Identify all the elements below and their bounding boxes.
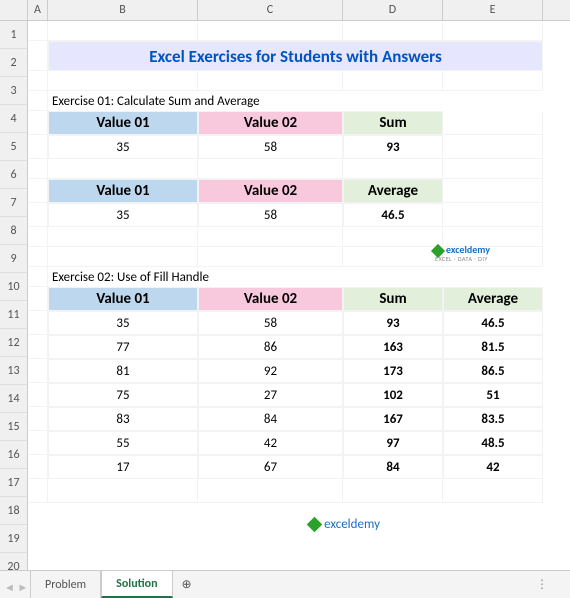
logo-large: exceldemy xyxy=(309,517,380,532)
row-header-16[interactable]: 16 xyxy=(0,441,28,469)
table-row[interactable]: 86.5 xyxy=(443,359,543,383)
tab-scroll-indicator: ⋮ xyxy=(536,577,550,592)
plus-icon: ⊕ xyxy=(182,577,192,592)
ex1-avg-hdr-avg: Average xyxy=(343,179,443,203)
tab-solution[interactable]: Solution xyxy=(101,571,172,598)
col-header-B[interactable]: B xyxy=(48,0,198,20)
row-headers: 1 2 3 4 5 6 7 8 9 10 11 12 13 14 15 16 1… xyxy=(0,21,28,570)
table-row[interactable]: 86 xyxy=(198,335,343,359)
row-header-11[interactable]: 11 xyxy=(0,301,28,329)
table-row[interactable]: 48.5 xyxy=(443,431,543,455)
table-row[interactable]: 84 xyxy=(198,407,343,431)
table-row[interactable]: 58 xyxy=(198,311,343,335)
table-row[interactable]: 83 xyxy=(48,407,198,431)
ex1-sum-v1[interactable]: 35 xyxy=(48,135,198,159)
col-header-A[interactable]: A xyxy=(28,0,48,20)
ex2-hdr-avg: Average xyxy=(443,287,543,311)
table-row[interactable]: 55 xyxy=(48,431,198,455)
col-header-D[interactable]: D xyxy=(343,0,443,20)
table-row[interactable]: 167 xyxy=(343,407,443,431)
table-row[interactable]: 77 xyxy=(48,335,198,359)
ex1-avg-result[interactable]: 46.5 xyxy=(343,203,443,227)
table-row[interactable]: 35 xyxy=(48,311,198,335)
ex1-avg-v1[interactable]: 35 xyxy=(48,203,198,227)
table-row[interactable]: 42 xyxy=(198,431,343,455)
exercise2-label: Exercise 02: Use of Fill Handle xyxy=(48,267,543,287)
row-header-17[interactable]: 17 xyxy=(0,469,28,497)
table-row[interactable]: 84 xyxy=(343,455,443,479)
row-header-3[interactable]: 3 xyxy=(0,77,28,105)
row-header-12[interactable]: 12 xyxy=(0,329,28,357)
row-header-13[interactable]: 13 xyxy=(0,357,28,385)
ex1-sum-v2[interactable]: 58 xyxy=(198,135,343,159)
page-title: Excel Exercises for Students with Answer… xyxy=(48,41,543,71)
cube-icon xyxy=(307,517,323,533)
table-row[interactable]: 51 xyxy=(443,383,543,407)
row-header-18[interactable]: 18 xyxy=(0,497,28,525)
row-header-9[interactable]: 9 xyxy=(0,245,28,273)
sheet-tabs: ◄ ► Problem Solution ⊕ ⋮ xyxy=(0,570,570,598)
col-header-E[interactable]: E xyxy=(443,0,543,20)
ex1-avg-v2[interactable]: 58 xyxy=(198,203,343,227)
table-row[interactable]: 17 xyxy=(48,455,198,479)
ex1-sum-hdr-value02: Value 02 xyxy=(198,111,343,135)
select-all-corner[interactable] xyxy=(0,0,28,20)
row-header-14[interactable]: 14 xyxy=(0,385,28,413)
ex2-hdr-sum: Sum xyxy=(343,287,443,311)
table-row[interactable]: 27 xyxy=(198,383,343,407)
row-header-10[interactable]: 10 xyxy=(0,273,28,301)
row-header-5[interactable]: 5 xyxy=(0,133,28,161)
table-row[interactable]: 81 xyxy=(48,359,198,383)
row-header-7[interactable]: 7 xyxy=(0,189,28,217)
ex2-hdr-v1: Value 01 xyxy=(48,287,198,311)
row-header-19[interactable]: 19 xyxy=(0,525,28,553)
ex2-hdr-v2: Value 02 xyxy=(198,287,343,311)
ex1-sum-result[interactable]: 93 xyxy=(343,135,443,159)
table-row[interactable]: 75 xyxy=(48,383,198,407)
column-headers: A B C D E xyxy=(0,0,570,21)
logo-small: exceldemy EXCEL · DATA · DIY xyxy=(433,245,490,262)
table-row[interactable]: 102 xyxy=(343,383,443,407)
row-header-15[interactable]: 15 xyxy=(0,413,28,441)
row-header-2[interactable]: 2 xyxy=(0,49,28,77)
table-row[interactable]: 42 xyxy=(443,455,543,479)
table-row[interactable]: 83.5 xyxy=(443,407,543,431)
row-header-20[interactable]: 20 xyxy=(0,553,28,570)
ex1-avg-hdr-value02: Value 02 xyxy=(198,179,343,203)
ex1-sum-hdr-value01: Value 01 xyxy=(48,111,198,135)
table-row[interactable]: 97 xyxy=(343,431,443,455)
table-row[interactable]: 163 xyxy=(343,335,443,359)
tab-problem[interactable]: Problem xyxy=(30,571,101,598)
row-header-4[interactable]: 4 xyxy=(0,105,28,133)
table-row[interactable]: 81.5 xyxy=(443,335,543,359)
table-row[interactable]: 46.5 xyxy=(443,311,543,335)
table-row[interactable]: 93 xyxy=(343,311,443,335)
row-header-1[interactable]: 1 xyxy=(0,21,28,49)
table-row[interactable]: 173 xyxy=(343,359,443,383)
excel-window: A B C D E 1 2 3 4 5 6 7 8 9 10 11 12 13 … xyxy=(0,0,570,598)
ex1-avg-hdr-value01: Value 01 xyxy=(48,179,198,203)
add-sheet-button[interactable]: ⊕ xyxy=(173,577,201,592)
col-header-C[interactable]: C xyxy=(198,0,343,20)
row-header-6[interactable]: 6 xyxy=(0,161,28,189)
tab-nav-arrows[interactable]: ◄ ► xyxy=(4,581,28,594)
ex1-sum-hdr-sum: Sum xyxy=(343,111,443,135)
table-row[interactable]: 92 xyxy=(198,359,343,383)
exercise1-label: Exercise 01: Calculate Sum and Average xyxy=(48,91,543,111)
row-header-8[interactable]: 8 xyxy=(0,217,28,245)
cells-area[interactable]: Excel Exercises for Students with Answer… xyxy=(28,21,570,570)
table-row[interactable]: 67 xyxy=(198,455,343,479)
